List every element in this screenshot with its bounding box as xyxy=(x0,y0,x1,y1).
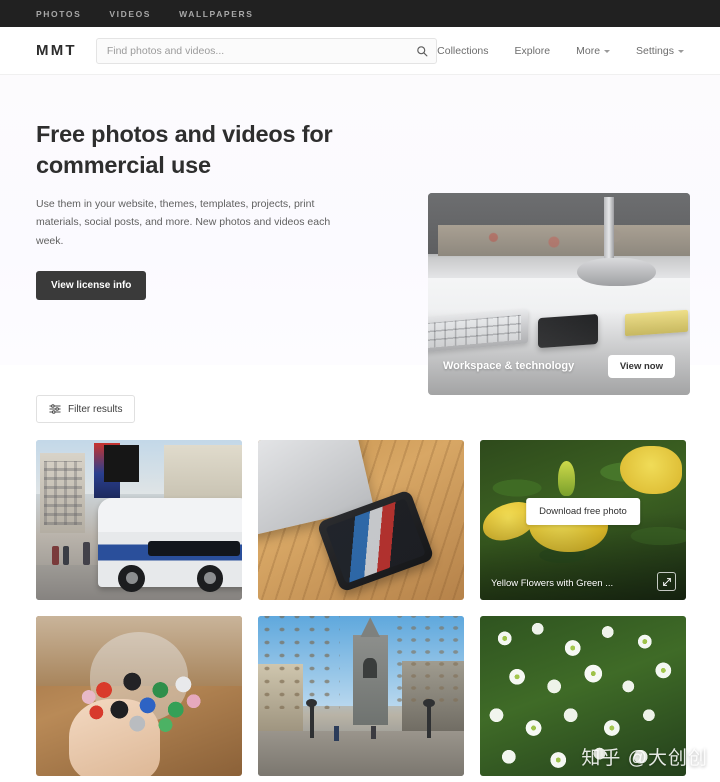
topbar-link-videos[interactable]: VIDEOS xyxy=(109,9,151,19)
site-header: MMT Collections Explore More Settings xyxy=(0,27,720,75)
search-icon[interactable] xyxy=(416,45,428,57)
photo-card[interactable] xyxy=(258,440,464,600)
photo-card-caption: Yellow Flowers with Green ... xyxy=(491,578,614,589)
nav-item-collections-label: Collections xyxy=(437,44,489,57)
search-bar xyxy=(95,37,438,64)
nav-item-settings-label: Settings xyxy=(636,44,674,57)
top-utility-bar: PHOTOS VIDEOS WALLPAPERS xyxy=(0,0,720,27)
topbar-link-photos[interactable]: PHOTOS xyxy=(36,9,81,19)
nav-item-more-label: More xyxy=(576,44,601,57)
filter-results-label: Filter results xyxy=(68,403,123,415)
photo-card[interactable] xyxy=(36,440,242,600)
hero-title: Free photos and videos for commercial us… xyxy=(36,121,333,179)
hero-copy: Free photos and videos for commercial us… xyxy=(36,109,396,365)
results-section: Filter results Download free photo Yello… xyxy=(0,365,720,776)
search-input[interactable] xyxy=(95,37,438,64)
hero-section: Free photos and videos for commercial us… xyxy=(0,75,720,395)
photo-thumbnail xyxy=(258,616,464,776)
photo-card[interactable] xyxy=(480,616,686,776)
download-free-photo-button[interactable]: Download free photo xyxy=(526,498,640,525)
photo-thumbnail xyxy=(480,616,686,776)
photo-card-hovered[interactable]: Download free photo Yellow Flowers with … xyxy=(480,440,686,600)
main-nav: Collections Explore More Settings xyxy=(437,45,684,57)
nav-item-more[interactable]: More xyxy=(576,44,611,57)
topbar-link-wallpapers[interactable]: WALLPAPERS xyxy=(179,9,253,19)
photo-thumbnail xyxy=(36,616,242,776)
filter-results-button[interactable]: Filter results xyxy=(36,395,136,423)
sliders-icon xyxy=(49,404,61,414)
photo-thumbnail xyxy=(258,440,464,600)
nav-item-collections[interactable]: Collections xyxy=(437,45,488,57)
view-license-info-button[interactable]: View license info xyxy=(36,271,147,301)
hero-featured-card[interactable]: Workspace & technology View now xyxy=(428,193,690,395)
nav-item-settings[interactable]: Settings xyxy=(636,45,684,57)
view-now-button[interactable]: View now xyxy=(607,354,675,378)
nav-item-explore-label: Explore xyxy=(514,44,551,57)
photo-card[interactable] xyxy=(258,616,464,776)
photo-grid: Download free photo Yellow Flowers with … xyxy=(36,440,686,776)
hero-card-footer: Workspace & technology View now xyxy=(428,337,690,395)
chevron-down-icon xyxy=(604,49,611,53)
photo-thumbnail xyxy=(36,440,242,600)
chevron-down-icon xyxy=(678,49,684,53)
nav-item-explore[interactable]: Explore xyxy=(515,45,551,57)
expand-icon[interactable] xyxy=(657,572,676,591)
photo-card[interactable] xyxy=(36,616,242,776)
hero-card-label: Workspace & technology xyxy=(443,360,575,372)
site-logo[interactable]: MMT xyxy=(36,42,94,59)
hero-subtitle: Use them in your website, themes, templa… xyxy=(36,198,331,247)
